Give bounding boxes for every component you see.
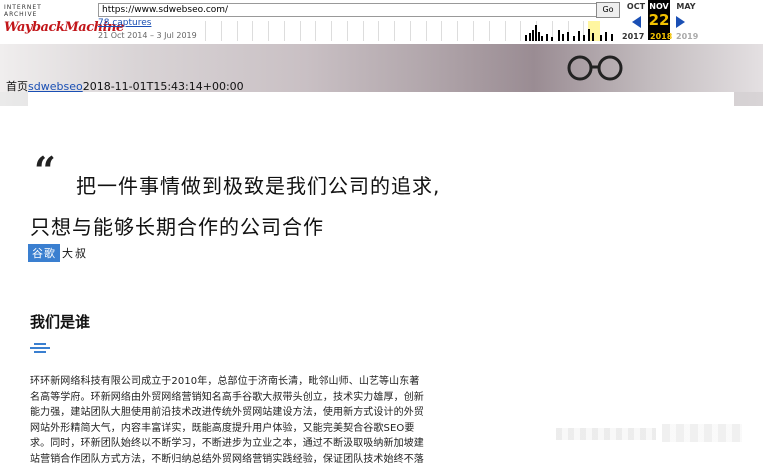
year-current: 2018 xyxy=(650,32,673,41)
sparkline-year xyxy=(252,21,268,41)
author-name: 大叔 xyxy=(62,247,88,260)
current-day: 22 xyxy=(648,11,670,29)
wayback-logo[interactable]: INTERNET ARCHIVE WaybackMachine xyxy=(4,4,124,38)
slogan-line-1: 把一件事情做到极致是我们公司的追求, xyxy=(76,174,441,198)
paragraph-line: 网站外形精简大气，内容丰富详实，既能高度提升用户体验，又能完美契合谷歌SEO要 xyxy=(30,422,415,434)
month-prev[interactable]: OCT xyxy=(624,2,648,11)
sparkline-year xyxy=(268,21,284,41)
paragraph-line: 能力强，建站团队大胆使用前沿技术改进传统外贸网站建设方法，使用新方式设计的外贸 xyxy=(30,407,424,418)
go-button[interactable]: Go xyxy=(596,2,620,18)
breadcrumb: 首页sdwebseo2018-11-01T15:43:14+00:00 xyxy=(6,78,244,94)
wayback-toolbar: INTERNET ARCHIVE WaybackMachine https://… xyxy=(0,0,763,45)
about-paragraph: 环环新网络科技有限公司成立于2010年，总部位于济南长清，毗邻山师、山艺等山东著… xyxy=(30,374,464,467)
wayback-logo-main: WaybackMachine xyxy=(4,20,124,35)
sparkline-year xyxy=(457,21,473,41)
post-timestamp: 2018-11-01T15:43:14+00:00 xyxy=(82,80,244,93)
sparkline-year xyxy=(504,21,521,41)
breadcrumb-home[interactable]: 首页 xyxy=(6,80,28,93)
glasses-photo-detail xyxy=(567,55,623,81)
sparkline-year xyxy=(425,21,442,41)
sparkline-year xyxy=(378,21,394,41)
paragraph-line: 名高等学府。环新网络由外贸网络营销知名高手谷歌大叔带头创立，技术实力雄厚，创新 xyxy=(30,391,424,403)
section-divider-icon xyxy=(30,343,50,355)
prev-capture-arrow-icon[interactable] xyxy=(632,16,641,28)
url-input[interactable]: https://www.sdwebseo.com/ xyxy=(98,3,598,17)
next-capture-arrow-icon[interactable] xyxy=(676,16,685,28)
quote-mark-icon: “ xyxy=(34,148,56,193)
blurred-watermark xyxy=(556,428,656,440)
blurred-watermark xyxy=(662,424,742,442)
sparkline-year xyxy=(205,21,221,41)
month-next[interactable]: MAY xyxy=(674,2,698,11)
sparkline-year xyxy=(236,21,253,41)
calendar-nav: OCT NOV MAY 22 2017 2018 2019 xyxy=(620,0,763,44)
paragraph-line: 站营销合作团队方式方法，不断归纳总结外贸网络营销实践经验，保证团队技术始终不落 xyxy=(30,453,424,465)
year-prev[interactable]: 2017 xyxy=(622,32,644,41)
sparkline-year xyxy=(299,21,316,41)
capture-range: 21 Oct 2014 – 3 Jul 2019 xyxy=(98,31,197,40)
slogan-line-2: 只想与能够长期合作的公司合作 xyxy=(30,215,324,239)
sparkline-year xyxy=(346,21,363,41)
section-title: 我们是谁 xyxy=(30,313,91,331)
sparkline-year xyxy=(220,21,237,41)
author-tag: 谷歌 xyxy=(28,244,60,262)
sparkline-year xyxy=(331,21,347,41)
sparkline-year xyxy=(283,21,300,41)
sparkline-bars xyxy=(525,25,613,41)
sparkline-year xyxy=(488,21,505,41)
sparkline-year xyxy=(473,21,489,41)
sparkline-year xyxy=(315,21,331,41)
sparkline-year xyxy=(441,21,457,41)
sparkline-year xyxy=(394,21,410,41)
breadcrumb-site-link[interactable]: sdwebseo xyxy=(28,80,83,93)
wayback-logo-top: INTERNET ARCHIVE xyxy=(4,4,42,18)
sparkline-year xyxy=(362,21,379,41)
paragraph-line: 环环新网络科技有限公司成立于2010年，总部位于济南长清，毗邻山师、山艺等山东著 xyxy=(30,376,420,387)
year-next[interactable]: 2019 xyxy=(676,32,698,41)
sparkline-year xyxy=(409,21,426,41)
capture-sparkline[interactable] xyxy=(205,21,615,41)
paragraph-line: 求。同时，环新团队始终以不断学习，不断进步为立业之本，通过不断汲取吸纳新加坡建 xyxy=(30,438,424,449)
captures-link[interactable]: 78 captures xyxy=(98,18,151,28)
